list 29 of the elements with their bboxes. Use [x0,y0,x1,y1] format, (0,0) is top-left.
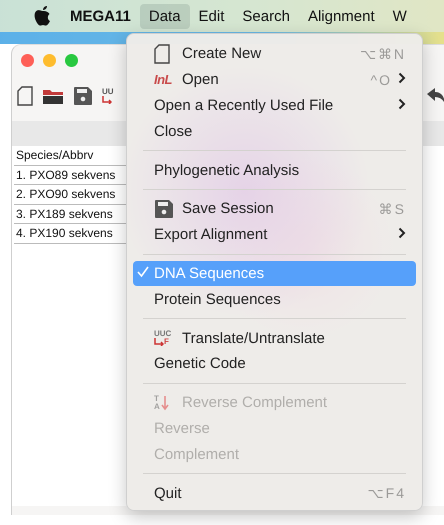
shortcut-label: ^O [370,72,392,88]
shortcut-label: ⌥⌘N [360,46,406,62]
menu-item[interactable]: InL Open ^O [133,66,416,93]
menu-item[interactable]: Open a Recently Used File [133,92,416,118]
close-button[interactable] [21,54,34,66]
logo-icon: InL [154,70,176,90]
menu-bar-item[interactable]: Alignment [298,4,384,28]
save-icon[interactable] [73,86,93,106]
menu-item[interactable]: Phylogenetic Analysis [133,157,416,183]
menu-item[interactable]: Save Session ⌘S [133,196,416,222]
save-icon [154,198,174,219]
menu-item[interactable]: UUC F Translate/Untranslate [133,325,416,351]
folder-icon[interactable] [42,88,64,104]
shortcut-label: ⌘S [378,200,406,217]
menu-bar-item[interactable]: Edit [190,4,234,28]
menu-item[interactable]: Create New ⌥⌘N [133,41,416,67]
menu-item[interactable]: Close [133,118,416,144]
menu-item[interactable]: Export Alignment [133,222,416,248]
menu-item[interactable]: Genetic Code [133,350,416,377]
document-icon [154,44,170,64]
shortcut-label: ⌥F4 [368,485,406,502]
apple-icon[interactable] [33,5,53,27]
menu-item[interactable]: Quit ⌥F4 [133,480,416,506]
menu-bar-item[interactable]: Search [233,4,299,28]
menu-bar-item[interactable]: Data [140,4,190,28]
document-icon[interactable] [17,86,33,106]
menu-item[interactable]: Protein Sequences [133,286,416,312]
menu-bar-item[interactable]: W [384,4,416,28]
app-menu[interactable]: MEGA11 [61,8,140,24]
